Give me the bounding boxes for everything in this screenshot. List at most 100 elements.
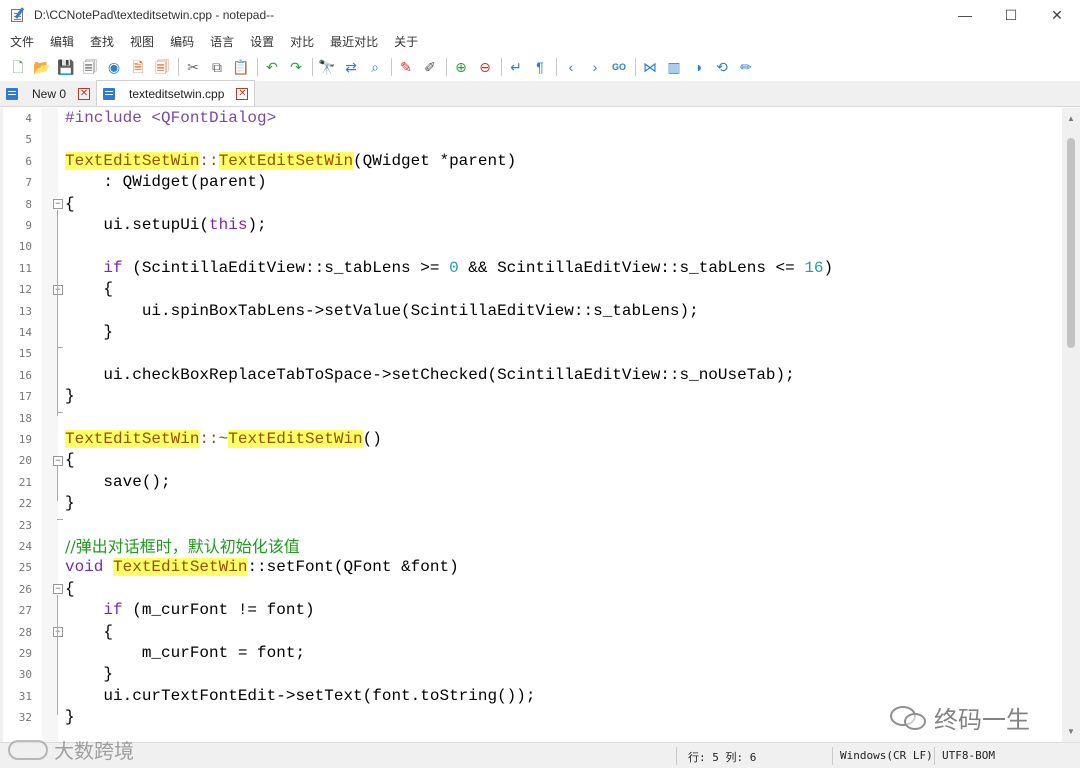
menu-item[interactable]: 文件 (0, 33, 40, 50)
edit-icon[interactable]: ✏ (735, 56, 757, 78)
save-all-icon[interactable]: 🗐 (79, 56, 101, 78)
code-token: ui.checkBoxReplaceTabToSpace->setChecked… (65, 365, 795, 384)
code-line[interactable]: { (65, 279, 113, 300)
zoom-out-icon[interactable]: ⊖ (474, 56, 496, 78)
toolbar-separator (635, 58, 636, 76)
line-number: 8 (25, 197, 32, 211)
code-line[interactable]: } (65, 493, 75, 514)
code-line[interactable]: : QWidget(parent) (65, 172, 267, 193)
fold-toggle-icon[interactable]: − (53, 627, 63, 638)
code-line[interactable]: TextEditSetWin::TextEditSetWin(QWidget *… (65, 151, 516, 172)
undo-icon[interactable]: ↶ (261, 56, 283, 78)
code-token: ui.spinBoxTabLens->setValue(ScintillaEdi… (65, 301, 699, 320)
replace-icon[interactable]: ⇄ (340, 56, 362, 78)
fold-toggle-icon[interactable]: − (53, 455, 63, 466)
tab-label: New 0 (32, 87, 67, 101)
clear-mark-icon[interactable]: ✐ (419, 56, 441, 78)
line-number: 7 (25, 176, 32, 190)
cursor-position: 行: 5 列: 6 (688, 751, 757, 764)
line-number: 13 (18, 304, 32, 318)
maximize-button[interactable]: ☐ (988, 0, 1034, 30)
word-wrap-icon[interactable]: ↵ (505, 56, 527, 78)
find-in-files-icon[interactable]: ⌕ (364, 56, 386, 78)
mark-icon[interactable]: ✎ (395, 56, 417, 78)
cut-icon[interactable]: ✂ (182, 56, 204, 78)
line-ending[interactable]: Windows(CR LF) (840, 749, 933, 762)
code-line[interactable]: ui.spinBoxTabLens->setValue(ScintillaEdi… (65, 301, 699, 322)
code-line[interactable]: TextEditSetWin::~TextEditSetWin() (65, 429, 382, 450)
code-token: : QWidget(parent) (65, 173, 267, 192)
minimize-button[interactable]: — (942, 0, 988, 30)
toolbar-separator (446, 58, 447, 76)
code-line[interactable]: if (m_curFont != font) (65, 600, 315, 621)
close-file-icon[interactable]: 🗎 (127, 56, 149, 78)
menu-item[interactable]: 编辑 (40, 33, 80, 50)
fold-toggle-icon[interactable]: − (53, 584, 63, 595)
redo-icon[interactable]: ↷ (285, 56, 307, 78)
scrollbar-thumb[interactable] (1067, 138, 1075, 348)
code-line[interactable]: } (65, 664, 113, 685)
code-line[interactable]: ui.setupUi(this); (65, 215, 266, 236)
compare-icon[interactable]: ⋈ (639, 56, 661, 78)
code-token: :: (199, 151, 219, 170)
prev-icon[interactable]: ‹ (560, 56, 582, 78)
menu-item[interactable]: 对比 (280, 33, 320, 50)
tab-texteditsetwin-cpp[interactable]: texteditsetwin.cpp ✕ (96, 80, 256, 106)
sync-scroll-icon[interactable]: ⟲ (711, 56, 733, 78)
code-line[interactable]: { (65, 579, 75, 600)
reload-icon[interactable]: ◉ (103, 56, 125, 78)
tab-new-0[interactable]: New 0 ✕ (0, 82, 96, 106)
goto-icon[interactable]: GO (608, 56, 630, 78)
new-file-icon[interactable]: 🗋 (7, 56, 29, 78)
code-token: (m_curFont != font) (122, 601, 315, 620)
tab-close-icon[interactable]: ✕ (236, 87, 249, 100)
file-encoding[interactable]: UTF8-BOM (942, 749, 995, 762)
code-line[interactable]: } (65, 386, 75, 407)
status-separator (934, 747, 935, 765)
fold-guide-line (57, 295, 58, 330)
code-line[interactable]: { (65, 622, 113, 643)
menu-item[interactable]: 语言 (200, 33, 240, 50)
code-line[interactable]: { (65, 450, 75, 471)
find-icon[interactable]: 🔭 (316, 56, 338, 78)
fold-toggle-icon[interactable]: − (53, 284, 63, 295)
code-line[interactable]: ui.checkBoxReplaceTabToSpace->setChecked… (65, 365, 795, 386)
zoom-in-icon[interactable]: ⊕ (450, 56, 472, 78)
menu-item[interactable]: 关于 (384, 33, 424, 50)
menu-item[interactable]: 最近对比 (320, 33, 384, 50)
menu-item[interactable]: 视图 (120, 33, 160, 50)
code-line[interactable]: } (65, 322, 113, 343)
line-number: 30 (18, 668, 32, 682)
code-editor[interactable]: 4 #include <QFontDialog> 5 6 TextEditSetWin:… (0, 108, 1080, 742)
code-line[interactable]: } (65, 707, 75, 728)
scroll-down-arrow-icon[interactable]: ▼ (1067, 727, 1075, 736)
code-token: ::~ (199, 430, 229, 448)
menu-item[interactable]: 设置 (240, 33, 280, 50)
close-all-icon[interactable]: 🗐 (151, 56, 173, 78)
fold-toggle-icon[interactable]: − (53, 199, 63, 210)
theme-icon[interactable]: ◑ (687, 56, 709, 78)
menu-item[interactable]: 编码 (160, 33, 200, 50)
code-line[interactable]: void TextEditSetWin::setFont(QFont &font… (65, 557, 459, 578)
open-file-icon[interactable]: 📂 (31, 56, 53, 78)
file-tab-icon (6, 88, 18, 100)
line-number: 26 (18, 582, 32, 596)
show-symbols-icon[interactable]: ¶ (529, 56, 551, 78)
paste-icon[interactable]: 📋 (230, 56, 252, 78)
code-line[interactable]: save(); (65, 472, 170, 493)
code-line[interactable]: { (65, 194, 75, 215)
menu-item[interactable]: 查找 (80, 33, 120, 50)
close-window-button[interactable]: ✕ (1034, 0, 1080, 30)
code-line[interactable]: //弹出对话框时，默认初始化该值 (65, 536, 300, 559)
save-icon[interactable]: 💾 (55, 56, 77, 78)
code-line[interactable]: m_curFont = font; (65, 643, 305, 664)
code-line[interactable]: ui.curTextFontEdit->setText(font.toStrin… (65, 686, 535, 707)
code-line[interactable]: #include <QFontDialog> (65, 108, 276, 129)
next-icon[interactable]: › (584, 56, 606, 78)
dir-compare-icon[interactable]: ▥ (663, 56, 685, 78)
code-line[interactable]: if (ScintillaEditView::s_tabLens >= 0 &&… (65, 258, 833, 279)
scroll-up-arrow-icon[interactable]: ▲ (1067, 114, 1075, 123)
tab-close-icon[interactable]: ✕ (78, 88, 91, 100)
copy-icon[interactable]: ⧉ (206, 56, 228, 78)
vertical-scrollbar[interactable]: ▲ ▼ (1062, 108, 1080, 742)
